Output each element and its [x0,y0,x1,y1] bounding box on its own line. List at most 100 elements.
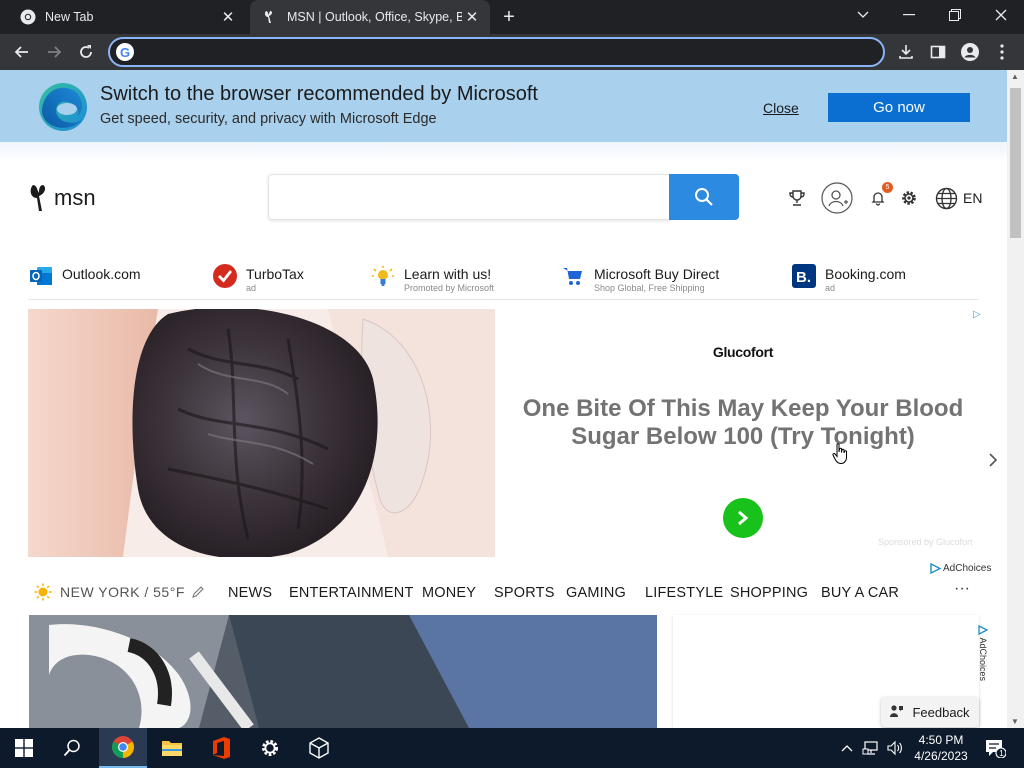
page-scrollbar[interactable]: ▲ ▼ [1007,70,1024,728]
browser-toolbar: G [0,34,1024,70]
ad-headline[interactable]: One Bite Of This May Keep Your Blood Sug… [513,395,973,451]
address-input[interactable] [142,42,872,62]
rewards-trophy-icon[interactable] [786,183,808,213]
web-search-input[interactable] [268,174,670,220]
feedback-label: Feedback [912,704,970,720]
lightbulb-icon [371,264,395,288]
svg-text:B.: B. [796,269,811,286]
scroll-up-arrow-icon[interactable]: ▲ [1011,72,1019,81]
nav-more-button[interactable]: ··· [954,580,970,598]
globe-language-icon[interactable] [934,183,958,213]
start-button[interactable] [0,728,48,768]
settings-gear-icon[interactable] [899,183,919,213]
taskbar-3d-viewer[interactable] [295,728,343,768]
featured-story-card[interactable] [29,615,657,728]
notification-center-icon[interactable]: 1 [980,728,1010,768]
browser-tab-strip: New Tab ✕ MSN | Outlook, Office, Skype, … [0,0,1024,34]
close-tab-icon[interactable]: ✕ [218,7,238,27]
address-bar[interactable]: G [108,37,885,67]
adchoices-link[interactable]: AdChoices [930,563,991,574]
quick-link-label: Booking.com [825,266,906,282]
quick-link-label: TurboTax [246,266,304,282]
back-button[interactable] [8,38,36,66]
sign-in-avatar-icon[interactable] [821,182,853,214]
nav-gaming[interactable]: GAMING [566,585,626,601]
ad-image[interactable] [28,309,495,557]
office-icon [213,737,230,759]
taskbar-chrome[interactable] [99,728,147,768]
new-tab-button[interactable]: + [498,6,520,28]
nav-sports[interactable]: SPORTS [494,585,555,601]
taskbar-office[interactable] [197,728,245,768]
close-tab-icon[interactable]: ✕ [462,7,482,27]
close-window-button[interactable] [978,0,1024,30]
quick-link-label: Microsoft Buy Direct [594,266,720,282]
nav-buy-a-car[interactable]: BUY A CAR [821,585,899,601]
banner-title: Switch to the browser recommended by Mic… [100,83,538,105]
taskbar-clock[interactable]: 4:50 PM 4/26/2023 [908,732,974,764]
quick-link-sub: ad [246,283,257,293]
search-icon [695,188,713,206]
ad-sponsor-text: Sponsored by Glucofort [878,537,973,547]
downloads-icon[interactable] [892,38,920,66]
edit-pencil-icon[interactable] [191,585,205,599]
quick-links-bar: Outlook.com TurboTax ad Learn with us! Pro… [0,256,1007,467]
nav-shopping[interactable]: SHOPPING [730,585,808,601]
volume-icon[interactable] [884,728,906,768]
menu-icon[interactable] [988,38,1016,66]
adchoices-label: AdChoices [943,563,992,574]
go-now-button[interactable]: Go now [828,93,970,122]
msn-logo[interactable]: msn [28,183,96,213]
nav-entertainment[interactable]: ENTERTAINMENT [289,585,414,601]
clock-date: 4/26/2023 [914,749,968,763]
turbotax-icon [213,264,237,288]
windows-taskbar: 4:50 PM 4/26/2023 1 [0,728,1024,768]
hand-cursor-icon [832,443,847,465]
google-icon: G [116,43,134,61]
quick-link-outlook[interactable]: Outlook.com [29,256,141,300]
msn-butterfly-icon [30,185,46,211]
sponsored-ad[interactable]: Glucofort One Bite Of This May Keep Your… [28,309,981,557]
chevron-right-icon [738,510,749,526]
taskbar-settings[interactable] [246,728,294,768]
nav-lifestyle[interactable]: LIFESTYLE [645,585,723,601]
forward-button[interactable] [40,38,68,66]
quick-link-booking[interactable]: B. Booking.com ad [792,256,906,300]
scrollbar-thumb[interactable] [1010,88,1021,238]
tray-overflow-chevron-icon[interactable] [838,728,856,768]
side-adchoices-label[interactable]: AdChoices [978,624,989,681]
quick-link-sub: Promoted by Microsoft [404,283,495,293]
search-button[interactable] [669,174,739,220]
feedback-button[interactable]: Feedback [881,697,979,727]
divider [28,299,978,300]
scroll-down-arrow-icon[interactable]: ▼ [1011,717,1019,726]
quick-link-label: Learn with us! [404,266,492,282]
profile-icon[interactable] [956,38,984,66]
tab-new-tab[interactable]: New Tab ✕ [8,0,246,34]
quick-links-next-icon[interactable] [988,452,998,473]
quick-link-learn[interactable]: Learn with us! Promoted by Microsoft [371,256,494,300]
quick-link-turbotax[interactable]: TurboTax ad [213,256,304,300]
notification-count-badge: 5 [882,182,893,193]
tab-search-icon[interactable] [840,0,886,30]
taskbar-search-button[interactable] [48,728,96,768]
language-label[interactable]: EN [963,190,982,206]
ad-arrow-button[interactable] [723,498,763,538]
nav-money[interactable]: MONEY [422,585,476,601]
side-panel-icon[interactable] [924,38,952,66]
weather-widget[interactable]: NEW YORK / 55°F [34,583,205,601]
banner-close-link[interactable]: Close [763,100,799,116]
ad-info-icon[interactable]: ▷ [973,309,981,320]
weather-location: NEW YORK / 55°F [60,584,185,600]
minimize-button[interactable] [886,0,932,30]
tab-title: New Tab [45,10,94,24]
network-icon[interactable] [860,728,882,768]
search-icon [63,739,80,757]
nav-news[interactable]: NEWS [228,585,272,601]
tab-msn[interactable]: MSN | Outlook, Office, Skype, Bing, Brea… [250,0,490,34]
restore-button[interactable] [932,0,978,30]
quick-link-microsoft-buy-direct[interactable]: Microsoft Buy Direct Shop Global, Free Sh… [561,256,719,300]
reload-button[interactable] [72,38,100,66]
svg-text:1: 1 [999,749,1004,758]
taskbar-file-explorer[interactable] [148,728,196,768]
